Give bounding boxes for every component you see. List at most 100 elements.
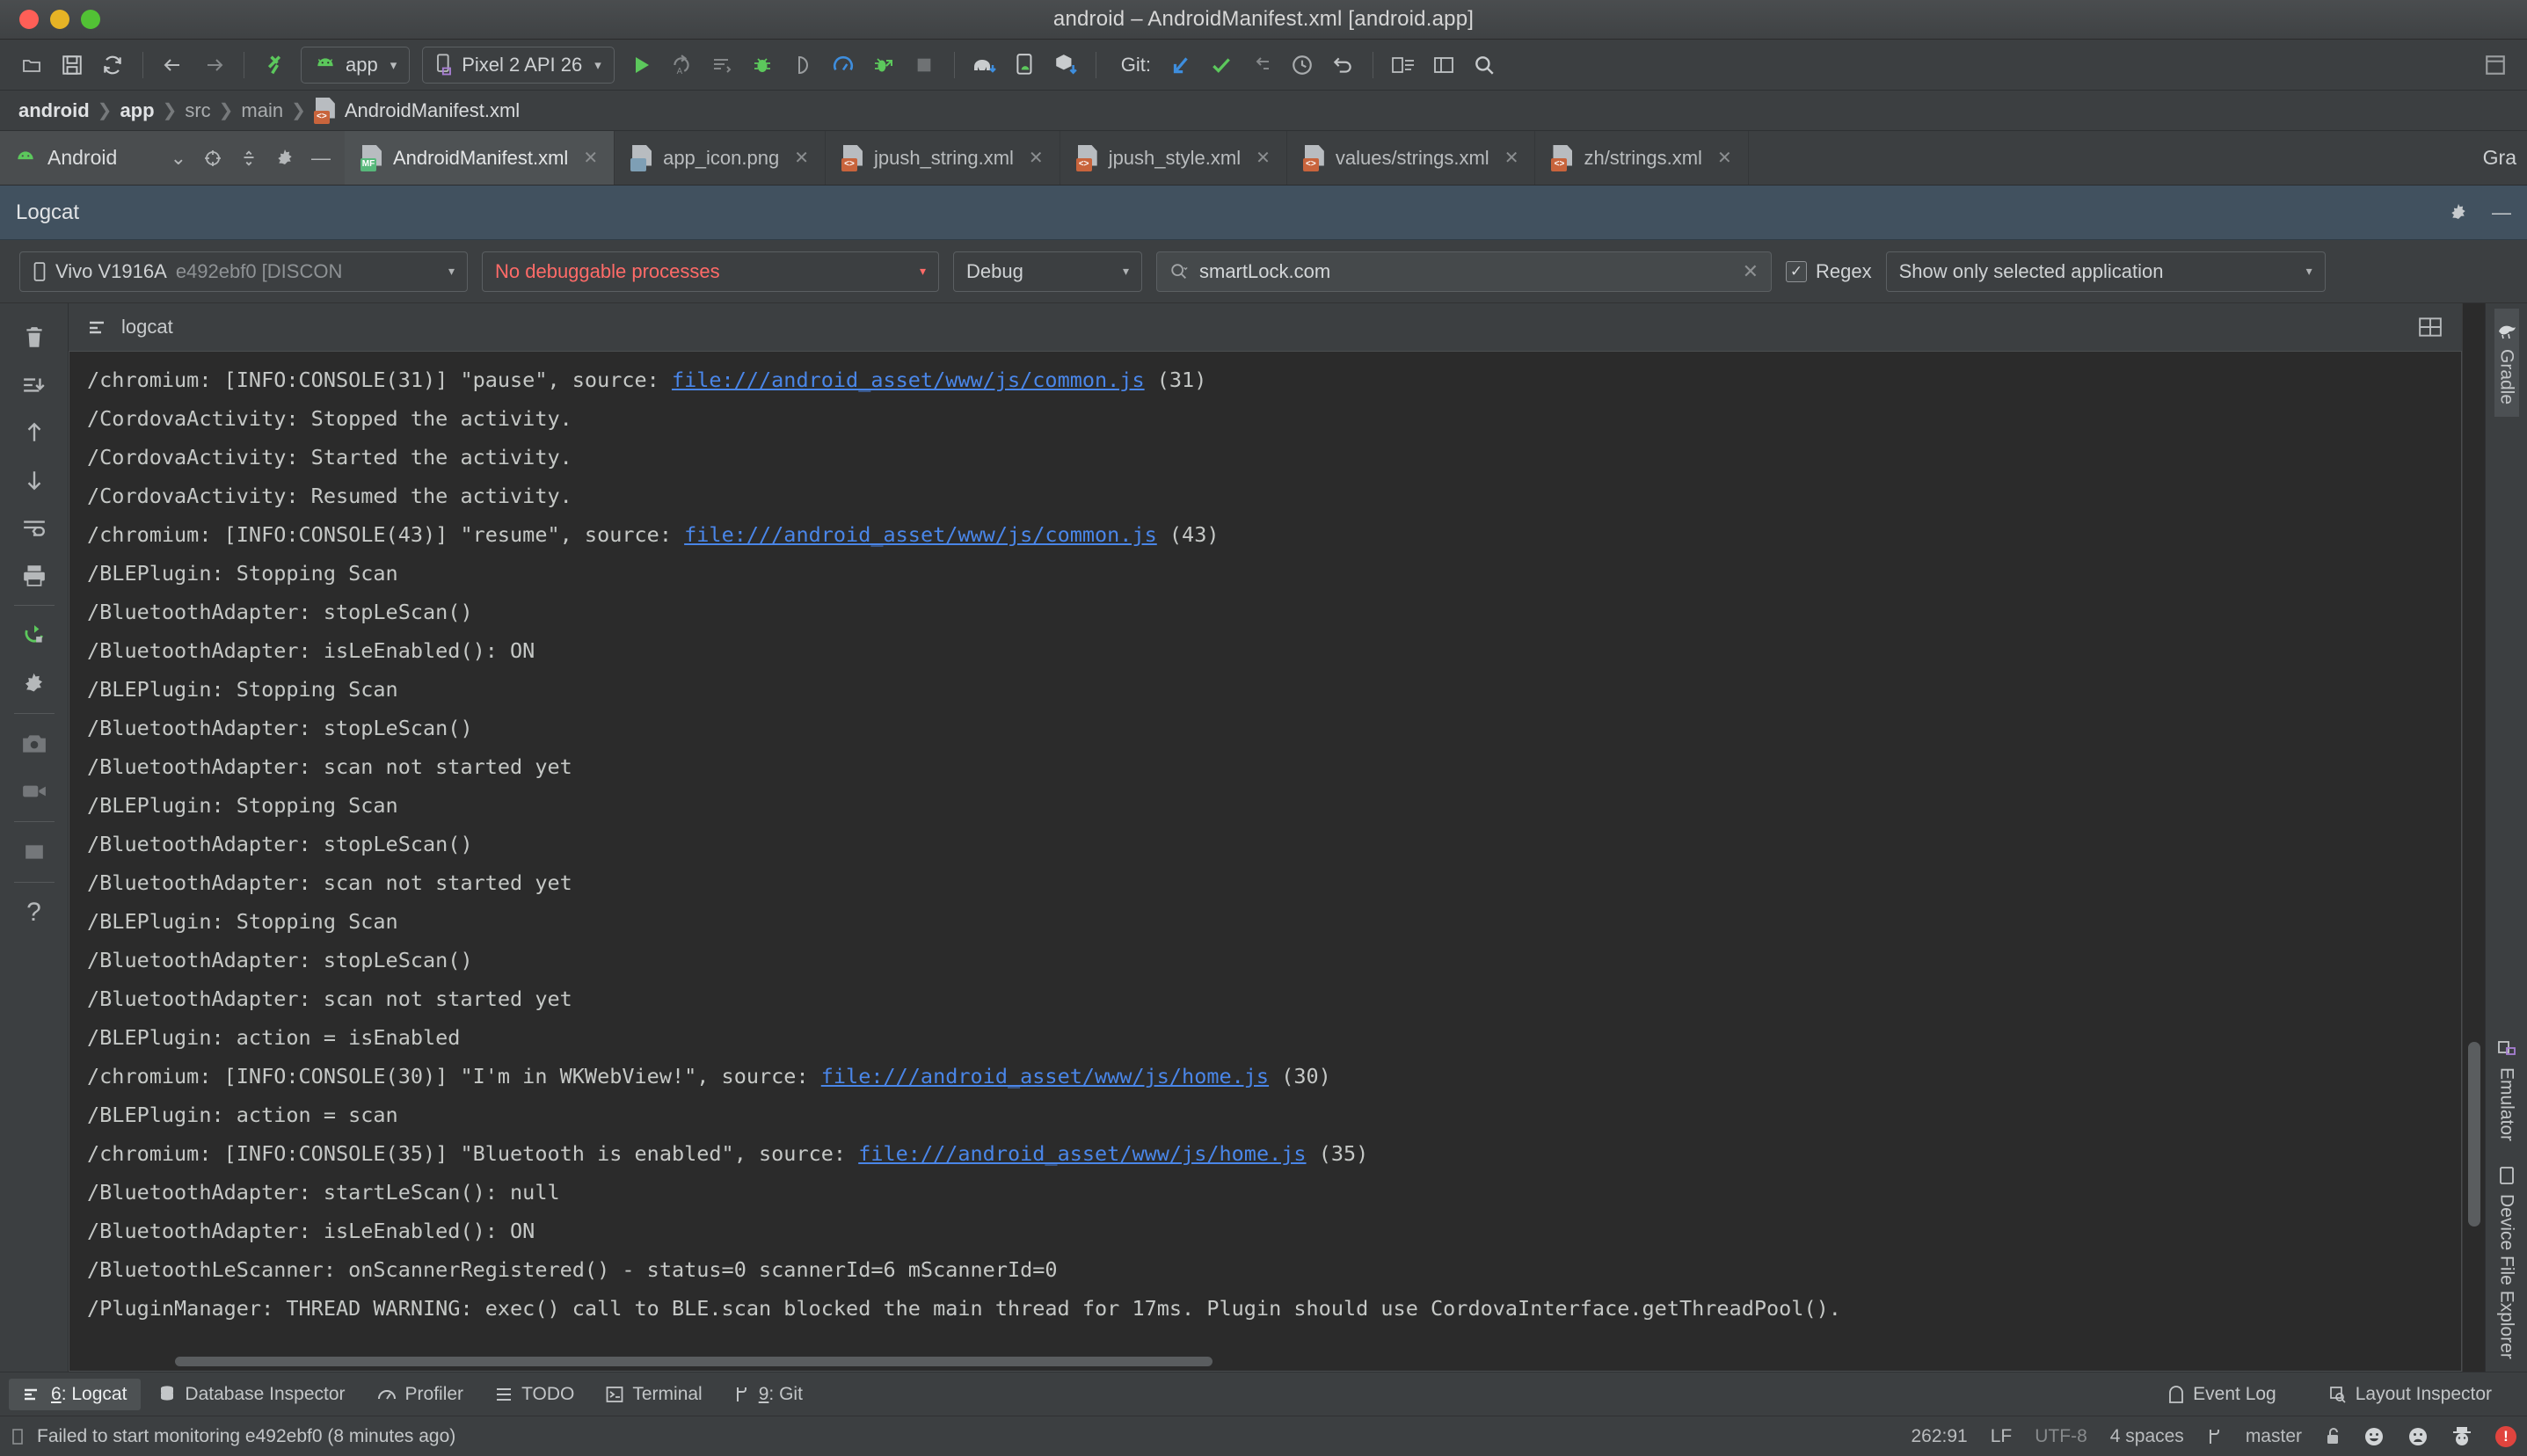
down-arrow-icon[interactable] (10, 456, 59, 504)
stop-icon[interactable] (10, 828, 59, 876)
horizontal-scrollbar[interactable] (69, 1351, 2461, 1371)
file-tab-androidmanifest[interactable]: MF AndroidManifest.xml ✕ (345, 131, 615, 185)
debug-icon[interactable] (743, 47, 782, 83)
settings-gear-icon[interactable] (10, 659, 59, 707)
screenshot-icon[interactable] (10, 720, 59, 768)
caret-position[interactable]: 262:91 (1912, 1426, 1968, 1447)
forward-arrow-icon[interactable] (194, 47, 233, 83)
breadcrumb-item-2[interactable]: src (178, 99, 216, 122)
breadcrumb-item-0[interactable]: android (12, 99, 96, 122)
scope-selector[interactable]: Show only selected application ▾ (1885, 251, 2326, 292)
log-level-selector[interactable]: Debug ▾ (953, 251, 1142, 292)
bottom-tab-terminal[interactable]: Terminal (592, 1379, 716, 1410)
tool-tab-gradle[interactable]: Gradle (2494, 309, 2519, 418)
vertical-scrollbar[interactable] (2462, 303, 2485, 1372)
close-icon[interactable]: ✕ (1029, 147, 1044, 169)
log-link[interactable]: file:///android_asset/www/js/home.js (821, 1064, 1269, 1088)
apply-changes-icon[interactable]: A (662, 47, 701, 83)
bottom-tab-layout-inspector[interactable]: Layout Inspector (2315, 1379, 2506, 1410)
file-tab-jpush-style[interactable]: <> jpush_style.xml ✕ (1060, 131, 1287, 185)
vertical-scrollbar-thumb[interactable] (2468, 1042, 2480, 1227)
file-tab-values-strings[interactable]: <> values/strings.xml ✕ (1287, 131, 1536, 185)
scroll-to-end-icon[interactable] (10, 361, 59, 409)
debug-attach-icon[interactable] (864, 47, 903, 83)
hammer-icon[interactable] (255, 47, 294, 83)
minimize-icon[interactable]: — (2492, 201, 2511, 224)
run-configuration-selector[interactable]: app ▾ (301, 46, 411, 84)
target-icon[interactable] (202, 148, 223, 169)
close-icon[interactable]: ✕ (1504, 147, 1519, 169)
undo-icon[interactable] (1323, 47, 1362, 83)
hide-icon[interactable]: — (311, 147, 331, 170)
history-icon[interactable] (1283, 47, 1322, 83)
tool-tab-device-file-explorer[interactable]: Device File Explorer (2494, 1154, 2519, 1372)
bottom-tab-git[interactable]: 9: Git (720, 1379, 817, 1410)
layout-editor-icon[interactable] (1424, 47, 1463, 83)
gradle-tab-stub[interactable]: Gra (2472, 131, 2527, 185)
attach-debugger-icon[interactable] (783, 47, 822, 83)
tool-tab-emulator[interactable]: Emulator (2494, 1027, 2519, 1154)
process-selector[interactable]: No debuggable processes ▾ (482, 251, 939, 292)
run-icon[interactable] (622, 47, 660, 83)
bottom-tab-profiler[interactable]: Profiler (363, 1379, 478, 1410)
sync-icon[interactable] (93, 47, 132, 83)
log-link[interactable]: file:///android_asset/www/js/common.js (672, 368, 1145, 392)
profiler-icon[interactable] (824, 47, 863, 83)
status-message[interactable]: Failed to start monitoring e492ebf0 (8 m… (37, 1426, 455, 1447)
logcat-subtab[interactable]: logcat (69, 303, 2462, 351)
restart-icon[interactable] (10, 612, 59, 659)
file-tab-jpush-string[interactable]: <> jpush_string.xml ✕ (826, 131, 1060, 185)
push-icon[interactable] (1242, 47, 1281, 83)
close-icon[interactable]: ✕ (583, 147, 598, 169)
breadcrumb-item-1[interactable]: app (113, 99, 160, 122)
back-arrow-icon[interactable] (154, 47, 193, 83)
indent-setting[interactable]: 4 spaces (2110, 1426, 2184, 1447)
project-structure-icon[interactable] (1384, 47, 1423, 83)
smiley-sad-icon[interactable] (2407, 1426, 2429, 1447)
sdk-manager-icon[interactable] (1006, 47, 1045, 83)
search-everywhere-icon[interactable] (1465, 47, 1504, 83)
file-tab-zh-strings[interactable]: <> zh/strings.xml ✕ (1535, 131, 1749, 185)
device-manager-icon[interactable] (1046, 47, 1085, 83)
toggle-view-icon[interactable] (2418, 317, 2443, 338)
commit-icon[interactable] (1202, 47, 1241, 83)
up-arrow-icon[interactable] (10, 409, 59, 456)
minimize-window-button[interactable] (50, 10, 69, 29)
clear-search-icon[interactable]: ✕ (1743, 260, 1759, 283)
apply-code-changes-icon[interactable] (703, 47, 741, 83)
soft-wrap-icon[interactable] (10, 504, 59, 551)
bottom-tab-database-inspector[interactable]: Database Inspector (144, 1379, 359, 1410)
horizontal-scrollbar-thumb[interactable] (175, 1357, 1213, 1366)
log-link[interactable]: file:///android_asset/www/js/home.js (858, 1141, 1306, 1166)
chevron-down-icon[interactable]: ⌄ (171, 147, 186, 170)
avd-manager-icon[interactable] (965, 47, 1004, 83)
file-encoding[interactable]: UTF-8 (2035, 1426, 2087, 1447)
update-project-icon[interactable] (1162, 47, 1200, 83)
hat-guy-icon[interactable] (2451, 1426, 2472, 1447)
device-selector[interactable]: Vivo V1916A e492ebf0 [DISCON ▾ (19, 251, 468, 292)
settings-gear-icon[interactable] (274, 148, 295, 169)
close-icon[interactable]: ✕ (1256, 147, 1271, 169)
save-icon[interactable] (53, 47, 91, 83)
log-link[interactable]: file:///android_asset/www/js/common.js (684, 522, 1157, 547)
stop-icon[interactable] (905, 47, 943, 83)
logcat-search-input[interactable]: smartLock.com ✕ (1156, 251, 1772, 292)
record-video-icon[interactable] (10, 768, 59, 815)
open-icon[interactable] (12, 47, 51, 83)
collapse-all-icon[interactable] (239, 148, 259, 169)
maximize-icon[interactable] (2476, 47, 2515, 83)
breadcrumb-item-3[interactable]: main (235, 99, 289, 122)
settings-gear-icon[interactable] (2448, 202, 2469, 223)
branch-name[interactable]: master (2246, 1426, 2302, 1447)
unlocked-icon[interactable] (2325, 1427, 2341, 1446)
close-icon[interactable]: ✕ (1717, 147, 1732, 169)
help-icon[interactable]: ? (10, 889, 59, 936)
error-badge[interactable]: ! (2495, 1425, 2516, 1447)
logcat-console[interactable]: /chromium: [INFO:CONSOLE(31)] "pause", s… (69, 351, 2462, 1372)
close-icon[interactable]: ✕ (794, 147, 809, 169)
bottom-tab-event-log[interactable]: Event Log (2154, 1379, 2290, 1410)
breadcrumb-item-4[interactable]: AndroidManifest.xml (339, 99, 526, 122)
project-pane-header[interactable]: Android ⌄ — (0, 131, 345, 185)
print-icon[interactable] (10, 551, 59, 599)
zoom-window-button[interactable] (81, 10, 100, 29)
